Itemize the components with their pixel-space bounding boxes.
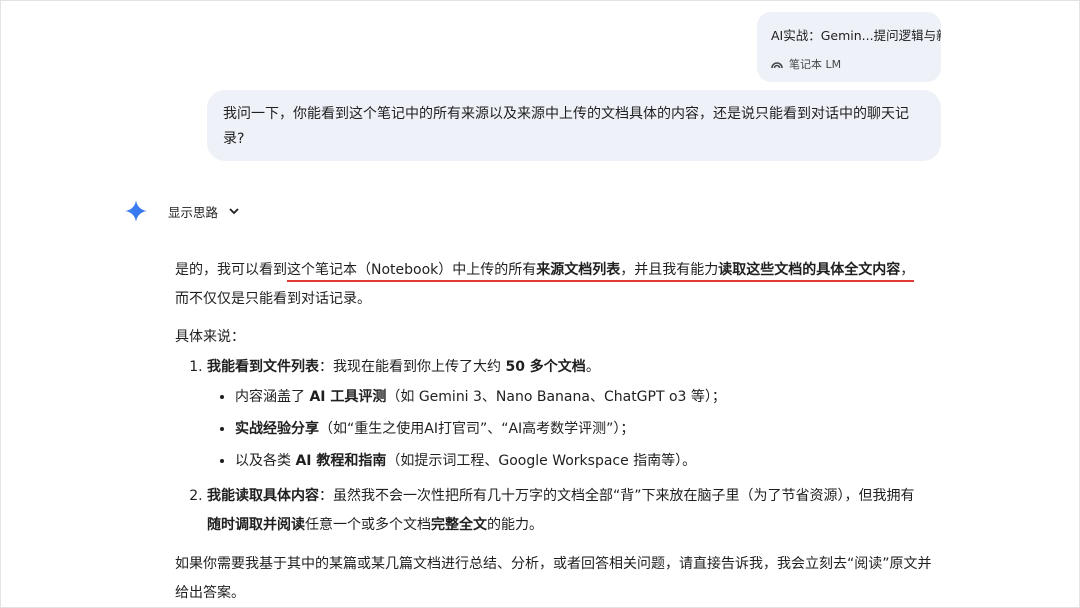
answer-text: 而不仅仅是只能看到对话记录。: [175, 291, 371, 307]
answer-bold: 我能看到文件列表: [207, 359, 319, 375]
chevron-down-icon: [229, 208, 239, 215]
answer-text: ：我现在能看到你上传了大约: [319, 359, 506, 375]
sub-list-item: 实战经验分享（如“重生之使用AI打官司”、“AI高考数学评测”）；: [235, 418, 945, 440]
answer-text: 的能力。: [487, 517, 543, 533]
source-chip-subtitle: 笔记本 LM: [789, 58, 842, 71]
answer-text: 但我拥有: [858, 488, 915, 504]
show-thinking-label: 显示思路: [168, 204, 219, 220]
model-answer: 是的，我可以看到这个笔记本（Notebook）中上传的所有来源文档列表，并且我有…: [175, 256, 945, 608]
list-item: 我能看到文件列表：我现在能看到你上传了大约 50 多个文档。 内容涵盖了 AI …: [207, 356, 945, 472]
underlined-span: 这个笔记本（Notebook）中上传的所有来源文档列表，并且我有能力读取这些文档…: [287, 262, 914, 278]
answer-bold: 50 多个文档: [505, 359, 586, 375]
sub-list-item: 内容涵盖了 AI 工具评测（如 Gemini 3、Nano Banana、Cha…: [235, 386, 945, 408]
answer-text: 。: [585, 359, 600, 375]
answer-paragraph-3: 如果你需要我基于其中的某篇或某几篇文档进行总结、分析，或者回答相关问题，请直接告…: [175, 556, 932, 601]
answer-bold: 来源文档列表: [536, 262, 621, 278]
gemini-spark-icon: [125, 200, 147, 222]
answer-bold: 我能读取具体内容: [207, 488, 319, 504]
answer-text: 内容涵盖了: [235, 389, 310, 405]
show-thinking-toggle[interactable]: 显示思路: [124, 199, 240, 223]
user-message: 我问一下，你能看到这个笔记中的所有来源以及来源中上传的文档具体的内容，还是说只能…: [207, 90, 941, 161]
source-chip[interactable]: AI实战：Gemin...提问逻辑与新 笔记本 LM: [757, 12, 941, 82]
answer-text: 这个笔记本（Notebook）中上传的所有: [287, 262, 537, 278]
answer-bold: AI 工具评测: [309, 389, 387, 405]
sub-list-item: 以及各类 AI 教程和指南（如提示词工程、Google Workspace 指南…: [235, 450, 945, 472]
notebooklm-icon: [771, 62, 783, 69]
list-item: 我能读取具体内容：虽然我不会一次性把所有几十万字的文档全部“背”下来放在脑子里（…: [207, 482, 945, 540]
answer-bold: 读取这些文档的具体全文内容: [718, 262, 901, 278]
answer-text: ，并且我有能力: [620, 262, 719, 278]
answer-bold: 实战经验分享: [235, 421, 319, 437]
answer-text: （如提示词工程、Google Workspace 指南等）。: [386, 453, 697, 469]
answer-bold: 随时调取并阅读: [207, 517, 305, 533]
answer-text: 以及各类: [235, 453, 296, 469]
answer-text: （如 Gemini 3、Nano Banana、ChatGPT o3 等）；: [386, 389, 726, 405]
answer-text: （如“重生之使用AI打官司”、“AI高考数学评测”）；: [319, 421, 635, 437]
answer-text: ，: [900, 262, 915, 278]
answer-bold: 完整全文: [431, 517, 487, 533]
answer-paragraph-2: 具体来说：: [175, 329, 245, 345]
answer-paragraph-1: 是的，我可以看到这个笔记本（Notebook）中上传的所有来源文档列表，并且我有…: [175, 256, 945, 314]
answer-text: 任意一个或多个文档: [305, 517, 431, 533]
answer-text: 是的，我可以看到: [175, 262, 287, 278]
answer-list: 我能看到文件列表：我现在能看到你上传了大约 50 多个文档。 内容涵盖了 AI …: [175, 356, 945, 540]
answer-text: ：虽然我不会一次性把所有几十万字的文档全部“背”下来放在脑子里（为了节省资源），: [319, 488, 859, 504]
source-chip-subtitle-row: 笔记本 LM: [771, 56, 941, 72]
answer-bold: AI 教程和指南: [295, 453, 387, 469]
sub-list: 内容涵盖了 AI 工具评测（如 Gemini 3、Nano Banana、Cha…: [207, 386, 945, 472]
source-chip-title: AI实战：Gemin...提问逻辑与新: [771, 28, 941, 43]
